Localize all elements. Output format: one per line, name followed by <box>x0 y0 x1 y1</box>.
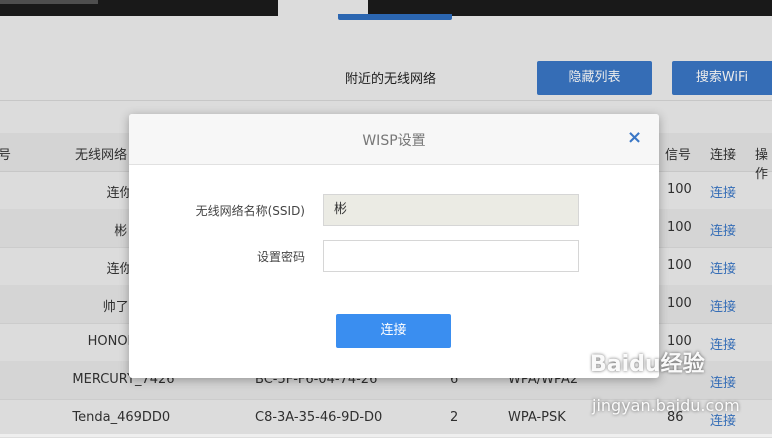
dialog-header: WISP设置 × <box>129 114 659 165</box>
baidu-watermark: Baidu经验 jingyan.baidu.com <box>590 346 772 434</box>
ssid-label: 无线网络名称(SSID) <box>195 204 305 218</box>
ssid-field[interactable]: 彬 <box>323 194 579 226</box>
connect-button[interactable]: 连接 <box>336 314 451 348</box>
watermark-url: jingyan.baidu.com <box>592 396 740 415</box>
watermark-brand: Baidu经验 <box>590 352 705 377</box>
close-icon[interactable]: × <box>627 128 642 148</box>
password-label: 设置密码 <box>256 250 305 264</box>
wisp-settings-dialog: WISP设置 × 无线网络名称(SSID) 彬 设置密码 连接 <box>129 114 659 378</box>
password-input[interactable] <box>323 240 579 272</box>
dialog-title: WISP设置 <box>362 133 426 149</box>
